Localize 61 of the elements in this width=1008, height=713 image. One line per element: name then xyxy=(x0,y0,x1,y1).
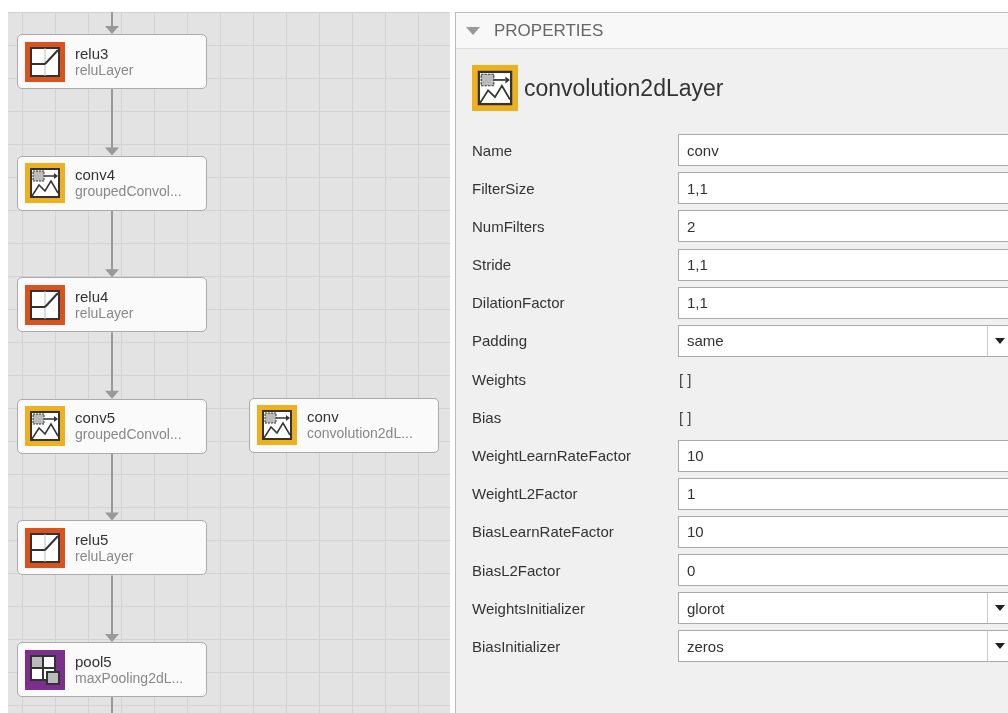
layer-name: conv4 xyxy=(75,166,117,184)
layer-type: reluLayer xyxy=(75,304,134,322)
layer-node[interactable]: pool5 maxPooling2dL... xyxy=(17,642,207,697)
property-label: DilationFactor xyxy=(472,294,566,312)
property-field[interactable]: conv xyxy=(678,134,1008,166)
layer-node[interactable]: relu3 reluLayer xyxy=(17,34,207,89)
property-field[interactable]: 0 xyxy=(678,554,1008,587)
property-dropdown[interactable]: zeros xyxy=(678,630,1008,663)
layer-node[interactable]: conv convolution2dL... xyxy=(249,397,439,453)
caret-icon xyxy=(995,605,1005,612)
layer-name: pool5 xyxy=(75,652,113,670)
connector-arrow xyxy=(105,209,119,278)
layer-type: groupedConvol... xyxy=(75,426,182,444)
connector-arrow xyxy=(105,574,119,642)
property-dropdown[interactable]: glorot xyxy=(678,592,1008,625)
connector-arrow xyxy=(105,12,119,34)
connector-line xyxy=(111,696,113,713)
property-label: BiasLearnRateFactor xyxy=(472,523,615,541)
property-label: BiasL2Factor xyxy=(472,561,562,579)
layer-name: conv5 xyxy=(75,409,117,427)
layer-type: groupedConvol... xyxy=(75,183,182,201)
property-label: FilterSize xyxy=(472,179,536,197)
property-field[interactable]: 2 xyxy=(678,210,1008,243)
layer-node[interactable]: conv5 groupedConvol... xyxy=(17,398,207,454)
property-label: Padding xyxy=(472,332,529,350)
layer-title: convolution2dLayer xyxy=(524,74,724,102)
property-label: Bias xyxy=(472,408,503,426)
layer-name: conv xyxy=(307,408,340,426)
layer-type: reluLayer xyxy=(75,61,134,79)
property-value: [ ] xyxy=(678,370,693,388)
layer-type: reluLayer xyxy=(75,547,134,565)
property-field[interactable]: 1,1 xyxy=(678,248,1008,281)
layer-name: relu3 xyxy=(75,44,110,62)
connector-arrow xyxy=(105,88,119,156)
section-header[interactable]: PROPERTIES xyxy=(456,13,1008,49)
property-value: [ ] xyxy=(678,408,693,426)
property-label: WeightsInitializer xyxy=(472,599,587,617)
caret-icon xyxy=(995,643,1005,650)
property-label: WeightL2Factor xyxy=(472,485,579,503)
connector-arrow xyxy=(105,452,119,521)
property-field[interactable]: 1,1 xyxy=(678,286,1008,319)
property-label: NumFilters xyxy=(472,217,546,235)
property-label: Stride xyxy=(472,256,513,274)
property-field[interactable]: 1,1 xyxy=(678,172,1008,205)
property-label: BiasInitializer xyxy=(472,637,562,655)
layer-name: relu4 xyxy=(75,287,110,305)
property-field[interactable]: 1 xyxy=(678,477,1008,510)
caret-icon xyxy=(995,337,1005,344)
layer-type: maxPooling2dL... xyxy=(75,669,184,687)
property-field[interactable]: 10 xyxy=(678,515,1008,548)
layer-name: relu5 xyxy=(75,530,110,548)
property-label: WeightLearnRateFactor xyxy=(472,447,632,464)
property-dropdown[interactable]: same xyxy=(678,324,1008,357)
property-field[interactable]: 10 xyxy=(678,439,1008,472)
layer-node[interactable]: relu4 reluLayer xyxy=(17,277,207,333)
layer-node[interactable]: conv4 groupedConvol... xyxy=(17,155,207,211)
layer-node[interactable]: relu5 reluLayer xyxy=(17,520,207,576)
layer-type: convolution2dL... xyxy=(307,425,413,443)
connector-arrow xyxy=(105,331,119,399)
property-label: Weights xyxy=(472,370,527,388)
property-label: Name xyxy=(472,141,513,159)
